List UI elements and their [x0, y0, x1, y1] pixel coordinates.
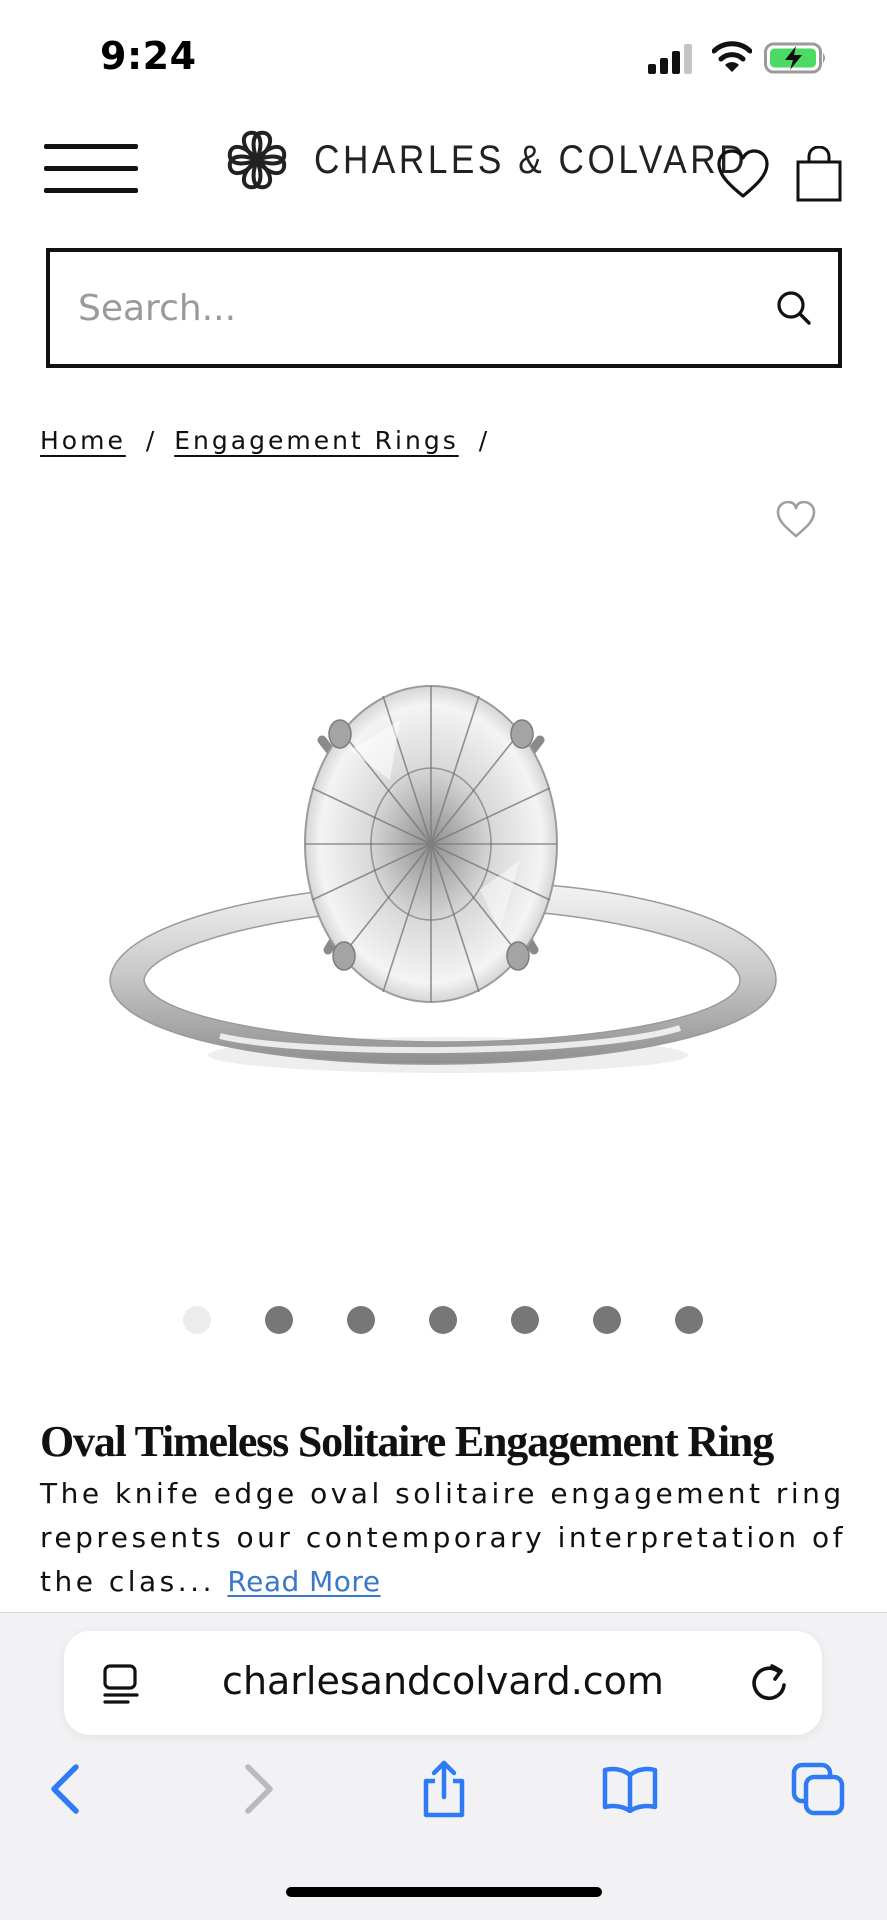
carousel-dot[interactable] [265, 1306, 293, 1334]
forward-button[interactable] [228, 1759, 288, 1819]
breadcrumb-separator: / [145, 426, 155, 455]
bookmarks-button[interactable] [600, 1759, 660, 1819]
product-description-text: The knife edge oval solitaire engagement… [40, 1477, 846, 1598]
search-box [46, 248, 842, 368]
breadcrumb-engagement-rings-link[interactable]: Engagement Rings [174, 426, 458, 455]
status-bar: 9:24 [0, 0, 887, 110]
reload-icon[interactable] [748, 1661, 792, 1705]
battery-charging-icon [764, 42, 825, 74]
wifi-icon [712, 41, 752, 72]
carousel-dot[interactable] [675, 1306, 703, 1334]
carousel-dot[interactable] [347, 1306, 375, 1334]
breadcrumb: Home / Engagement Rings / [40, 426, 507, 455]
carousel-dot[interactable] [511, 1306, 539, 1334]
wishlist-heart-icon[interactable] [776, 500, 816, 540]
home-indicator[interactable] [286, 1887, 602, 1897]
bookmarks-icon [602, 1766, 658, 1813]
carousel-dot[interactable] [593, 1306, 621, 1334]
url-bar[interactable]: charlesandcolvard.com [64, 1631, 822, 1735]
product-image[interactable] [100, 660, 790, 1120]
browser-toolbar: charlesandcolvard.com [0, 1612, 887, 1920]
brand-name: CHARLES & COLVARD [314, 137, 749, 182]
breadcrumb-home-link[interactable]: Home [40, 426, 126, 455]
heart-icon[interactable] [716, 148, 770, 200]
breadcrumb-separator: / [478, 426, 488, 455]
tabs-icon [791, 1762, 845, 1816]
product-description: The knife edge oval solitaire engagement… [40, 1472, 870, 1604]
logo-icon [227, 130, 287, 190]
carousel-dot[interactable] [183, 1306, 211, 1334]
cellular-signal-icon [648, 44, 692, 74]
share-icon [423, 1760, 465, 1818]
back-button[interactable] [36, 1759, 96, 1819]
product-title: Oval Timeless Solitaire Engagement Ring [40, 1417, 774, 1466]
carousel-dot[interactable] [429, 1306, 457, 1334]
shopping-bag-icon[interactable] [796, 146, 842, 202]
status-time: 9:24 [100, 34, 197, 78]
tabs-button[interactable] [788, 1759, 848, 1819]
carousel-dots [0, 1306, 887, 1336]
url-text: charlesandcolvard.com [222, 1659, 664, 1703]
read-more-link[interactable]: Read More [227, 1565, 380, 1598]
back-icon [51, 1764, 79, 1814]
forward-icon [245, 1764, 273, 1814]
share-button[interactable] [414, 1759, 474, 1819]
search-icon[interactable] [776, 290, 812, 326]
menu-icon[interactable] [44, 140, 138, 196]
search-input[interactable] [78, 252, 728, 364]
